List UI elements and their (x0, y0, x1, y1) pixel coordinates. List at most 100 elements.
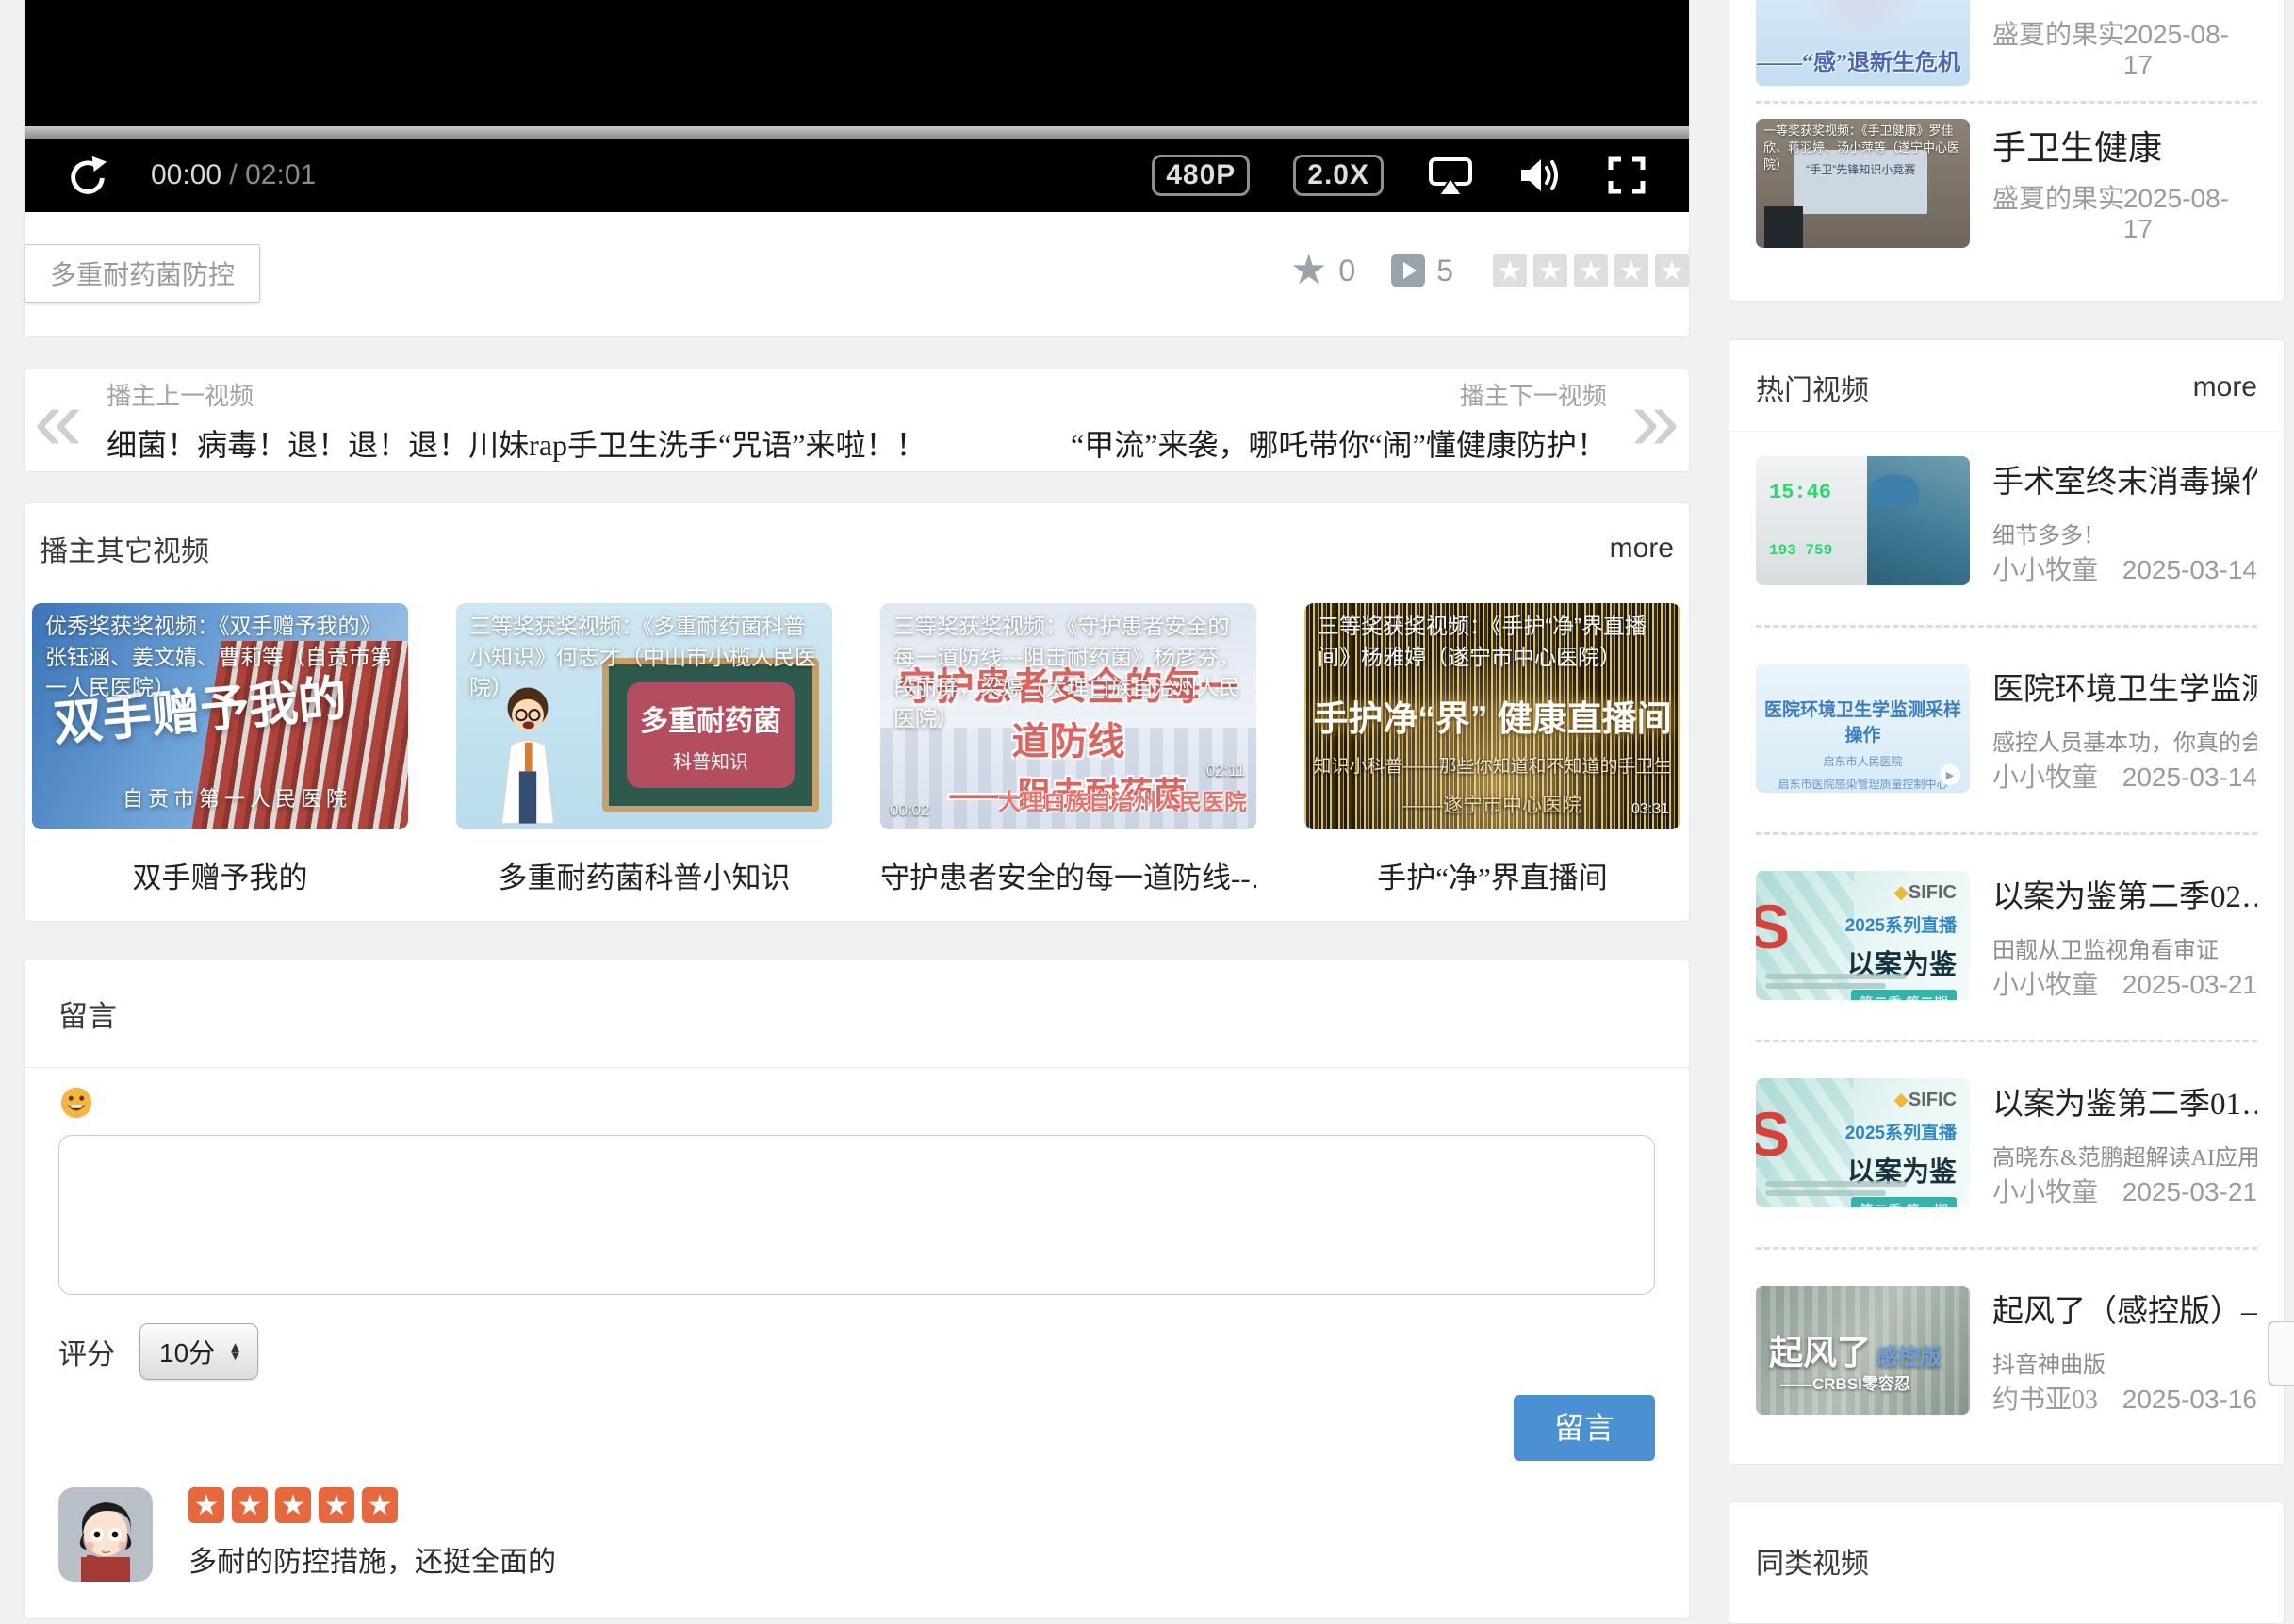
play-count: 5 (1436, 254, 1453, 288)
sidebar-video-item[interactable]: 医院环境卫生学监测采样操作 启东市人民医院 启东市医院感染管理质量控制中心 20… (1756, 664, 2257, 796)
video-player[interactable]: 00:00 / 02:01 480P 2.0X (25, 0, 1689, 212)
volume-icon[interactable] (1517, 155, 1563, 196)
thumb-episode-badge: 第二季 第二期 (1851, 990, 1957, 1000)
rating-widget[interactable]: ★ ★ ★ ★ ★ (1493, 254, 1689, 287)
thumb-main-text: ——“感”退新生危机 (1757, 43, 1960, 76)
video-subtitle: 抖音神曲版 (1992, 1346, 2257, 1379)
scrollbar-thumb[interactable] (2268, 1321, 2294, 1386)
sidebar-video-item[interactable]: ——“感”退新生危机 盛夏的果实 2025-08-17 (1756, 0, 2257, 86)
video-author: 小小牧童 (1992, 550, 2098, 587)
comment-input[interactable] (58, 1135, 1655, 1295)
video-date: 2025-08-17 (2123, 20, 2257, 80)
dashed-divider (1756, 101, 2257, 104)
sidebar-similar-videos-card: 同类视频 (1729, 1501, 2285, 1624)
video-title: 手术室终末消毒操作… (1992, 456, 2257, 501)
next-chevron-icon[interactable]: » (1631, 388, 1680, 453)
rating-select-value: 10分 (159, 1333, 215, 1370)
video-date: 2025-03-21 (2122, 1177, 2257, 1207)
play-icon: ▶ (1940, 764, 1960, 785)
rating-star-icon[interactable]: ★ (1655, 254, 1689, 287)
time-separator: / (229, 159, 237, 190)
divider (25, 1067, 1689, 1068)
uploader-other-videos-card: 播主其它视频 more 双手赠予我的 自贡市第一人民医院 优秀奖获奖视频：《双手… (24, 502, 1690, 922)
other-videos-more-link[interactable]: more (1610, 533, 1674, 565)
video-subtitle: 感控人员基本功，你真的会采 (1992, 724, 2257, 757)
dashed-divider (1756, 1040, 2257, 1042)
prev-video-title: 细菌！病毒！退！退！退！川妹rap手卫生洗手“咒语”来啦！！ (107, 421, 926, 465)
video-stats: ★ 0 5 ★ ★ ★ ★ ★ (1290, 250, 1689, 291)
video-thumbnail: 双手赠予我的 自贡市第一人民医院 优秀奖获奖视频：《双手赠予我的》张钰涵、姜文婧… (32, 603, 408, 829)
thumb-hospital-text: ——遂宁市中心医院 (1304, 790, 1680, 818)
thumb-brand: SIFIC (1909, 1090, 1957, 1110)
video-player-card: 00:00 / 02:01 480P 2.0X (24, 0, 1690, 337)
video-subtitle: 细节多多！ (1992, 517, 2257, 550)
video-author: 小小牧童 (1992, 757, 2098, 795)
thumb-brand: SIFIC (1909, 882, 1957, 903)
rating-select[interactable]: 10分 ▲▼ (139, 1323, 258, 1380)
comment-rating-stars: ★ ★ ★ ★ ★ (188, 1487, 556, 1523)
hot-videos-more-link[interactable]: more (2193, 371, 2257, 403)
star-icon: ★ (232, 1487, 268, 1523)
prev-video-link[interactable]: 播主上一视频 细菌！病毒！退！退！退！川妹rap手卫生洗手“咒语”来啦！！ (107, 377, 926, 465)
next-video-title: “甲流”来袭，哪吒带你“闹”懂健康防护！ (1071, 421, 1607, 465)
thumb-overlay-text: 三等奖获奖视频：《手护“净”界直播间》杨雅婷（遂宁市中心医院） (1304, 603, 1680, 680)
thumb-overlay-text: 三等奖获奖视频：《守护患者安全的每一道防线---阻击耐药菌》杨彦芬，段丽屏，梁婷… (880, 603, 1256, 742)
prev-chevron-icon[interactable]: « (34, 388, 82, 453)
other-video-item[interactable]: 双手赠予我的 自贡市第一人民医院 优秀奖获奖视频：《双手赠予我的》张钰涵、姜文婧… (32, 603, 408, 896)
video-thumbnail: 多重耐药菌 科普知识 三等奖获奖视频：《多重耐药菌科普小知识》何志才（中山市小榄… (456, 603, 832, 829)
section-title-other-videos: 播主其它视频 (40, 528, 209, 569)
video-thumbnail: S ◆SIFIC 2025系列直播 以案为鉴 第二季 第二期 (1756, 871, 1970, 1000)
prev-video-label: 播主上一视频 (107, 377, 926, 412)
sidebar-video-item[interactable]: 15:46 193 759 手术室终末消毒操作… 细节多多！ 小小牧童 2025… (1756, 456, 2257, 589)
replay-icon[interactable] (66, 154, 109, 197)
airplay-icon[interactable] (1427, 154, 1474, 197)
section-title-similar-videos: 同类视频 (1756, 1549, 1869, 1580)
video-tag[interactable]: 多重耐药菌防控 (25, 244, 260, 303)
thumb-overlay-text: 三等奖获奖视频：《多重耐药菌科普小知识》何志才（中山市小榄人民医院） (456, 603, 832, 711)
emoji-picker-icon[interactable] (58, 1085, 94, 1125)
sific-diamond-icon: ◆ (1893, 882, 1908, 903)
video-thumbnail: 守护患者安全的每一道防线 ——阻击耐药菌 大理白族自治州人民医院 00:02 0… (880, 603, 1256, 829)
rating-star-icon[interactable]: ★ (1574, 254, 1608, 287)
quality-button[interactable]: 480P (1152, 155, 1250, 196)
thumb-time-start: 00:02 (890, 801, 930, 820)
video-subtitle: 田靓从卫监视角看审证 (1992, 931, 2257, 964)
sidebar-video-item[interactable]: 起风了感控版 ——CRBSI零容忍 起风了（感控版）—… 抖音神曲版 约书亚03… (1756, 1286, 2257, 1419)
video-thumbnail: 起风了感控版 ——CRBSI零容忍 (1756, 1286, 1970, 1415)
fullscreen-icon[interactable] (1606, 155, 1647, 196)
other-video-item[interactable]: 守护患者安全的每一道防线 ——阻击耐药菌 大理白族自治州人民医院 00:02 0… (880, 603, 1256, 896)
thumb-tag-text: 感控版 (1876, 1344, 1942, 1369)
seek-bar[interactable] (25, 126, 1689, 139)
sidebar-video-item[interactable]: S ◆SIFIC 2025系列直播 以案为鉴 第二季 第二期 以案为鉴第二季02… (1756, 871, 2257, 1004)
video-thumbnail: 15:46 193 759 (1756, 456, 1970, 585)
favorite-count: 0 (1338, 254, 1355, 288)
other-video-item[interactable]: 手护净“界” 健康直播间 知识小科普——那些你知道和不知道的手卫生 ——遂宁市中… (1304, 603, 1680, 896)
other-video-item[interactable]: 多重耐药菌 科普知识 三等奖获奖视频：《多重耐药菌科普小知识》何志才（中山市小榄… (456, 603, 832, 896)
video-date: 2025-03-14 (2122, 763, 2257, 793)
star-icon: ★ (319, 1487, 354, 1523)
video-author: 约书亚03 (1992, 1379, 2098, 1417)
sidebar-video-item[interactable]: “手卫”先锋知识小竞赛 一等奖获奖视频：《手卫健康》罗佳欣、蒋羽婷、汤小萍等（遂… (1756, 119, 2257, 248)
sidebar-video-item[interactable]: S ◆SIFIC 2025系列直播 以案为鉴 第二季 第一期 以案为鉴第二季01… (1756, 1078, 2257, 1211)
current-time: 00:00 (151, 159, 221, 190)
time-display: 00:00 / 02:01 (151, 159, 316, 191)
video-thumbnail: 手护净“界” 健康直播间 知识小科普——那些你知道和不知道的手卫生 ——遂宁市中… (1304, 603, 1680, 829)
rating-star-icon[interactable]: ★ (1493, 254, 1527, 287)
thumb-main-text: 起风了 (1769, 1333, 1871, 1371)
thumb-sub-text: ——CRBSI零容忍 (1780, 1370, 1910, 1394)
divider (1729, 431, 2284, 432)
submit-comment-button[interactable]: 留言 (1514, 1395, 1655, 1461)
video-caption: 多重耐药菌科普小知识 (456, 854, 832, 896)
comment-text: 多耐的防控措施，还挺全面的 (188, 1538, 556, 1580)
video-caption: 手护“净”界直播间 (1304, 854, 1680, 896)
video-meta-row: 多重耐药菌防控 ★ 0 5 ★ ★ ★ ★ ★ (25, 212, 1689, 337)
thumb-main-text: 手护净“界” 健康直播间 (1304, 690, 1680, 741)
comments-card: 留言 评分 10分 ▲▼ 留言 (24, 960, 1690, 1619)
rating-star-icon[interactable]: ★ (1614, 254, 1648, 287)
next-video-link[interactable]: 播主下一视频 “甲流”来袭，哪吒带你“闹”懂健康防护！ (1071, 377, 1607, 465)
sific-diamond-icon: ◆ (1893, 1090, 1908, 1110)
thumb-episode-badge: 第二季 第一期 (1851, 1197, 1957, 1207)
thumb-led-text: 15:46 (1769, 481, 1831, 504)
speed-button[interactable]: 2.0X (1293, 155, 1384, 196)
rating-star-icon[interactable]: ★ (1533, 254, 1567, 287)
